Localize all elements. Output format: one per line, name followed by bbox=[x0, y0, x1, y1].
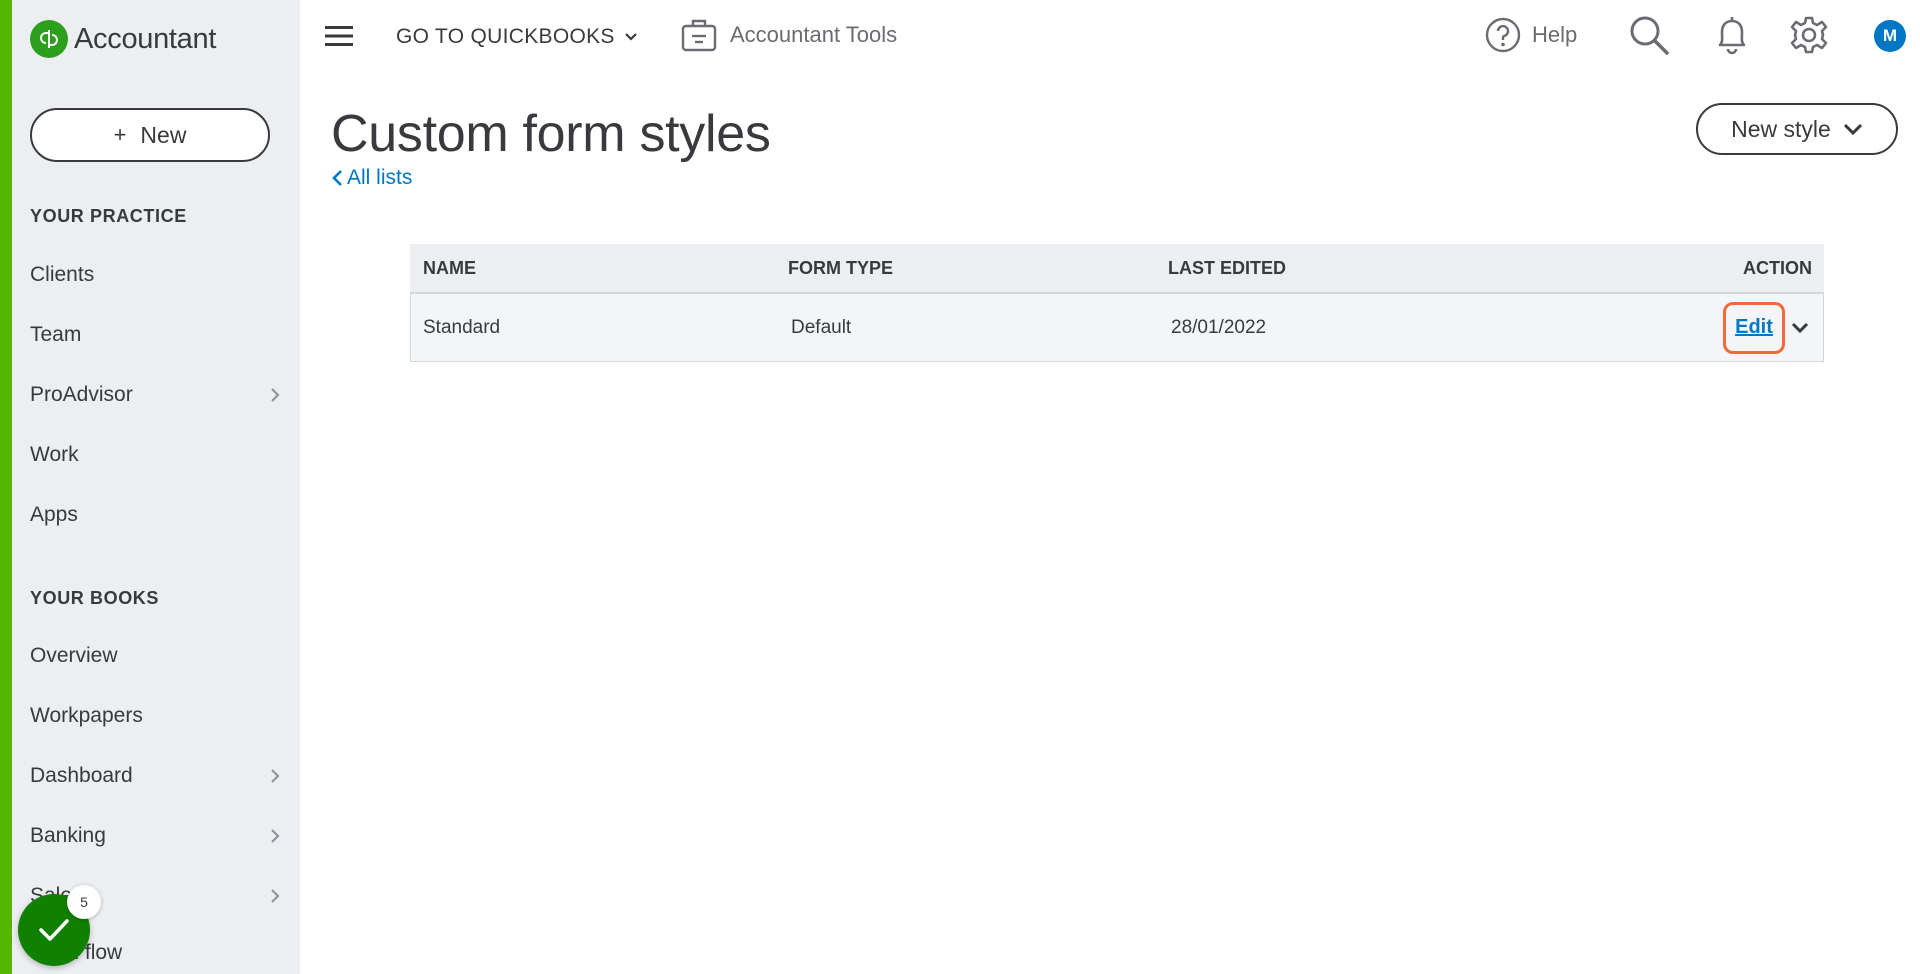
sidebar-item-label: Work bbox=[30, 443, 79, 466]
sidebar-item-proadvisor[interactable]: ProAdvisor bbox=[30, 375, 280, 415]
tasks-count-badge: 5 bbox=[67, 885, 101, 919]
column-header-last-edited[interactable]: LAST EDITED bbox=[1168, 258, 1588, 279]
quickbooks-logo-icon bbox=[30, 20, 68, 58]
all-lists-link[interactable]: All lists bbox=[331, 166, 412, 190]
section-label-your-practice: YOUR PRACTICE bbox=[30, 206, 187, 226]
sidebar-item-label: Team bbox=[30, 323, 82, 346]
briefcase-icon bbox=[681, 19, 717, 52]
sidebar-item-dashboard[interactable]: Dashboard bbox=[30, 756, 280, 796]
notifications-bell-icon[interactable] bbox=[1712, 14, 1752, 56]
chevron-right-icon bbox=[270, 888, 280, 904]
sidebar-item-label: Clients bbox=[30, 263, 95, 286]
plus-icon: + bbox=[113, 122, 127, 147]
cell-action: Edit bbox=[1589, 301, 1823, 354]
cell-form-type: Default bbox=[791, 316, 852, 338]
column-header-form-type[interactable]: FORM TYPE bbox=[788, 258, 1168, 279]
form-styles-table: NAME FORM TYPE LAST EDITED ACTION Standa… bbox=[410, 244, 1824, 362]
sidebar-item-clients[interactable]: Clients bbox=[30, 255, 280, 295]
chevron-right-icon bbox=[270, 387, 280, 403]
help-question-icon bbox=[1485, 17, 1521, 53]
column-header-action: ACTION bbox=[1743, 257, 1812, 278]
chevron-down-icon bbox=[1843, 123, 1862, 136]
row-actions-chevron-down-icon[interactable] bbox=[1791, 322, 1809, 334]
column-header-name[interactable]: NAME bbox=[410, 258, 788, 279]
section-label-your-books: YOUR BOOKS bbox=[30, 588, 160, 608]
brand[interactable]: Accountant bbox=[30, 20, 216, 58]
new-style-button[interactable]: New style bbox=[1696, 103, 1898, 155]
new-style-label: New style bbox=[1731, 115, 1831, 142]
sidebar-item-label: Dashboard bbox=[30, 764, 133, 787]
checkmark-icon bbox=[39, 919, 69, 941]
sidebar-accent-bar bbox=[0, 0, 12, 974]
edit-highlight: Edit bbox=[1723, 301, 1785, 354]
sidebar-item-work[interactable]: Work bbox=[30, 435, 280, 475]
all-lists-label: All lists bbox=[347, 166, 413, 189]
settings-gear-icon[interactable] bbox=[1788, 14, 1830, 56]
help-button[interactable]: Help bbox=[1484, 14, 1577, 56]
chevron-left-icon bbox=[332, 170, 342, 186]
search-icon[interactable] bbox=[1628, 14, 1670, 56]
page-title: Custom form styles bbox=[331, 105, 771, 163]
brand-name: Accountant bbox=[74, 22, 217, 55]
sidebar-item-label: Workpapers bbox=[30, 704, 143, 727]
left-sidebar: Accountant + New YOUR PRACTICE Clients T… bbox=[0, 0, 300, 974]
caret-down-icon bbox=[624, 33, 637, 41]
sidebar-item-label: Banking bbox=[30, 824, 106, 847]
help-label: Help bbox=[1532, 22, 1578, 47]
sidebar-item-team[interactable]: Team bbox=[30, 315, 280, 355]
table-row: Standard Default 28/01/2022 Edit bbox=[410, 294, 1824, 362]
new-button[interactable]: + New bbox=[30, 108, 270, 162]
go-to-quickbooks-dropdown[interactable]: GO TO QUICKBOOKS bbox=[396, 20, 637, 54]
sidebar-item-label: ProAdvisor bbox=[30, 383, 133, 406]
user-avatar[interactable]: M bbox=[1874, 20, 1906, 52]
new-button-label: New bbox=[140, 121, 187, 148]
hamburger-menu-icon[interactable] bbox=[324, 20, 356, 52]
chevron-right-icon bbox=[270, 768, 280, 784]
sidebar-item-banking[interactable]: Banking bbox=[30, 816, 280, 856]
sidebar-item-apps[interactable]: Apps bbox=[30, 495, 280, 535]
sidebar-item-workpapers[interactable]: Workpapers bbox=[30, 696, 280, 736]
cell-last-edited: 28/01/2022 bbox=[1171, 316, 1267, 338]
app-root: Accountant + New YOUR PRACTICE Clients T… bbox=[0, 0, 1920, 974]
table-header: NAME FORM TYPE LAST EDITED ACTION bbox=[410, 244, 1824, 294]
cell-name: Standard bbox=[423, 316, 501, 338]
sidebar-item-label: Apps bbox=[30, 503, 78, 526]
edit-link[interactable]: Edit bbox=[1735, 316, 1773, 339]
accountant-tools-button[interactable]: Accountant Tools bbox=[680, 14, 897, 56]
go-to-quickbooks-label: GO TO QUICKBOOKS bbox=[396, 25, 615, 48]
accountant-tools-label: Accountant Tools bbox=[730, 22, 898, 47]
sidebar-item-label: Overview bbox=[30, 644, 118, 667]
chevron-right-icon bbox=[270, 828, 280, 844]
sidebar-item-overview[interactable]: Overview bbox=[30, 636, 280, 676]
